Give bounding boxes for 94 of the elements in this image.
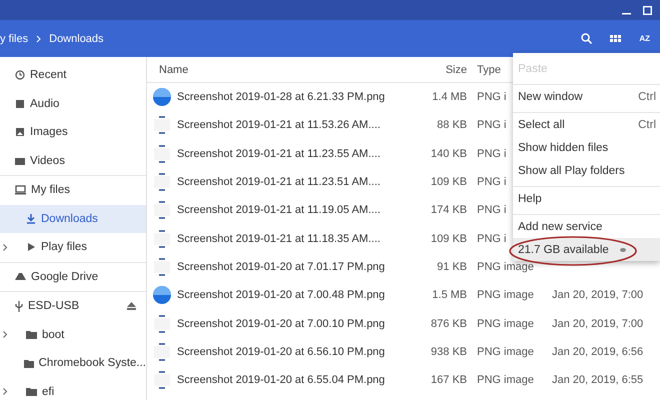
table-cell: 1.4 MB bbox=[432, 91, 467, 104]
maximize-icon[interactable] bbox=[643, 6, 652, 14]
image-thumbnail bbox=[153, 116, 171, 134]
table-cell: PNG i bbox=[477, 91, 506, 104]
play-icon bbox=[26, 242, 36, 252]
table-cell: 876 KB bbox=[430, 318, 467, 330]
storage-dot-icon bbox=[620, 248, 626, 252]
sidebar-item[interactable]: Audio bbox=[0, 90, 146, 118]
table-cell: PNG image bbox=[477, 374, 534, 386]
table-cell: PNG image bbox=[477, 346, 534, 358]
table-cell: 91 KB bbox=[437, 260, 467, 273]
sidebar-item[interactable]: efi bbox=[0, 378, 146, 400]
table-cell: 88 KB bbox=[437, 119, 467, 132]
sidebar-item[interactable]: Chromebook Syste... bbox=[0, 349, 146, 378]
usb-icon bbox=[15, 300, 23, 312]
sidebar-item[interactable]: ESD-USB bbox=[0, 292, 146, 320]
sidebar-item[interactable]: Videos bbox=[0, 146, 146, 175]
table-cell: 109 KB bbox=[430, 176, 467, 188]
image-thumbnail bbox=[153, 173, 171, 192]
image-thumbnail bbox=[153, 314, 171, 333]
breadcrumb-item[interactable]: y files bbox=[0, 32, 28, 44]
table-cell: 938 KB bbox=[430, 346, 467, 358]
table-cell: 140 KB bbox=[430, 148, 467, 160]
table-cell: PNG i bbox=[477, 204, 506, 216]
table-cell: PNG i bbox=[477, 232, 506, 245]
sidebar-item[interactable]: My files bbox=[0, 176, 146, 204]
table-cell: PNG i bbox=[477, 176, 506, 188]
file-name[interactable]: Screenshot 2019-01-21 at 11.23.51 AM.... bbox=[177, 176, 380, 188]
table-cell: 1.5 MB bbox=[432, 289, 467, 302]
image-icon bbox=[15, 127, 25, 138]
menu-item[interactable]: New window Ctrl bbox=[513, 85, 660, 108]
image-thumbnail bbox=[153, 342, 171, 361]
image-thumbnail bbox=[153, 258, 171, 276]
column-header[interactable]: Type bbox=[477, 64, 501, 76]
file-name[interactable]: Screenshot 2019-01-20 at 6.56.10 PM.png bbox=[177, 346, 385, 358]
table-cell: 167 KB bbox=[430, 374, 467, 386]
expand-icon[interactable] bbox=[2, 331, 8, 338]
file-name[interactable]: Screenshot 2019-01-20 at 7.01.17 PM.png bbox=[177, 260, 385, 273]
image-thumbnail bbox=[153, 286, 171, 304]
search-icon[interactable] bbox=[581, 33, 592, 44]
film-icon bbox=[15, 156, 25, 166]
table-cell: 109 KB bbox=[430, 232, 467, 245]
folder-icon bbox=[26, 387, 37, 396]
file-name[interactable]: Screenshot 2019-01-20 at 7.00.10 PM.png bbox=[177, 318, 385, 330]
menu-item[interactable]: Select all Ctrl bbox=[513, 113, 660, 136]
expand-icon[interactable] bbox=[2, 388, 8, 396]
table-cell: PNG i bbox=[477, 148, 506, 160]
sidebar-item[interactable]: boot bbox=[0, 320, 146, 349]
sidebar-item[interactable]: Recent bbox=[0, 61, 146, 90]
menu-item[interactable]: Show all Play folders bbox=[513, 159, 660, 182]
table-cell: Jan 20, 2019, 6:55 bbox=[552, 374, 644, 386]
expand-icon[interactable] bbox=[2, 244, 8, 251]
table-cell: 174 KB bbox=[430, 204, 467, 216]
image-thumbnail bbox=[153, 201, 171, 220]
image-thumbnail bbox=[153, 88, 171, 106]
column-header[interactable]: Name bbox=[159, 64, 188, 76]
audio-icon bbox=[15, 98, 25, 109]
file-name[interactable]: Screenshot 2019-01-28 at 6.21.33 PM.png bbox=[177, 91, 385, 104]
drive-icon bbox=[15, 272, 26, 282]
table-cell: Jan 20, 2019, 7:00 bbox=[552, 318, 644, 330]
sidebar-item[interactable]: Play files bbox=[0, 233, 146, 262]
column-header[interactable]: Size bbox=[446, 64, 467, 76]
sidebar-item[interactable]: Google Drive bbox=[0, 262, 146, 291]
menu-item[interactable]: Add new service bbox=[513, 215, 660, 238]
table-cell: Jan 20, 2019, 7:00 bbox=[552, 289, 644, 302]
table-cell: PNG image bbox=[477, 260, 534, 273]
folder-icon bbox=[26, 330, 37, 340]
table-cell: PNG i bbox=[477, 119, 506, 132]
menu-item[interactable]: Show hidden files bbox=[513, 136, 660, 159]
breadcrumb-item[interactable]: Downloads bbox=[49, 32, 104, 44]
sort-button[interactable]: AZ bbox=[639, 34, 650, 43]
download-icon bbox=[26, 213, 36, 224]
table-cell: PNG image bbox=[477, 318, 534, 330]
image-thumbnail bbox=[153, 144, 171, 163]
file-name[interactable]: Screenshot 2019-01-20 at 6.55.04 PM.png bbox=[177, 374, 385, 386]
laptop-icon bbox=[15, 185, 26, 196]
sidebar-item[interactable]: Images bbox=[0, 118, 146, 146]
menu-item[interactable]: Help bbox=[513, 187, 660, 210]
image-thumbnail bbox=[153, 371, 171, 390]
image-thumbnail bbox=[153, 230, 171, 248]
menu-item[interactable]: 21.7 GB available bbox=[513, 238, 660, 261]
file-name[interactable]: Screenshot 2019-01-20 at 7.00.48 PM.png bbox=[177, 289, 385, 302]
table-cell: PNG image bbox=[477, 289, 534, 302]
file-name[interactable]: Screenshot 2019-01-21 at 11.18.35 AM.... bbox=[177, 232, 380, 245]
chevron-icon bbox=[36, 34, 42, 42]
folder-icon bbox=[24, 358, 34, 368]
sidebar-item[interactable]: Downloads bbox=[0, 204, 146, 233]
grid-view-icon[interactable] bbox=[610, 35, 622, 42]
file-name[interactable]: Screenshot 2019-01-21 at 11.53.26 AM.... bbox=[177, 119, 380, 132]
clock-icon bbox=[15, 70, 25, 80]
file-name[interactable]: Screenshot 2019-01-21 at 11.23.55 AM.... bbox=[177, 148, 380, 160]
file-name[interactable]: Screenshot 2019-01-21 at 11.19.05 AM.... bbox=[177, 204, 380, 216]
table-cell: Jan 20, 2019, 6:56 bbox=[552, 346, 644, 358]
eject-icon[interactable] bbox=[127, 302, 136, 310]
